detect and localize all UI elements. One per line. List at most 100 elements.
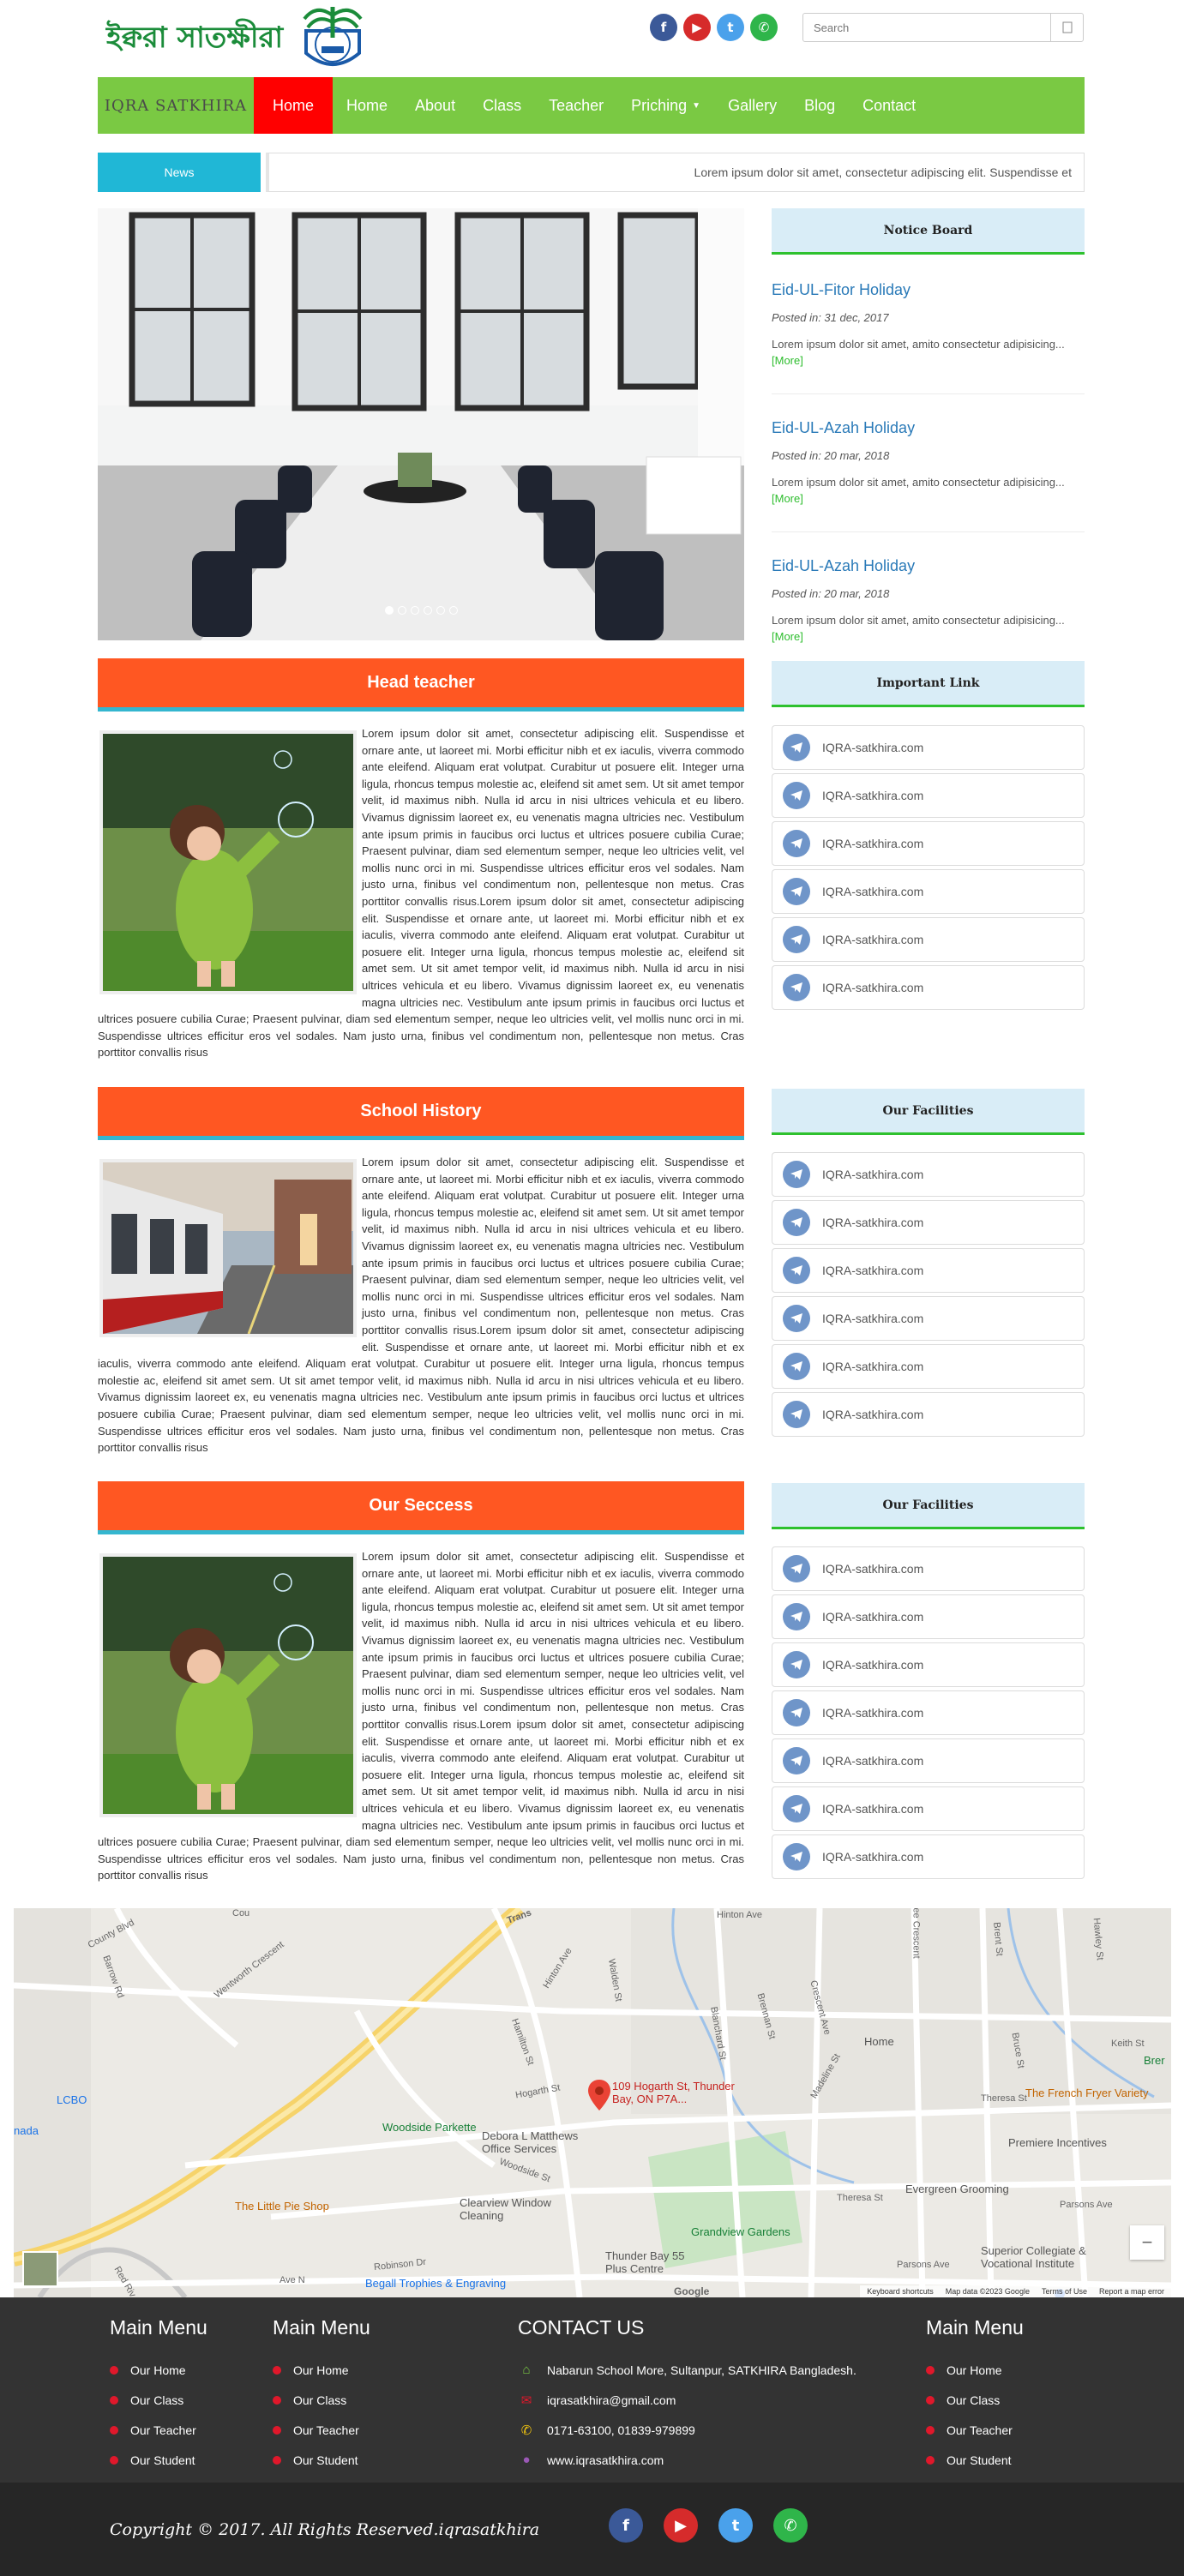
- contact-phone-text: 0171-63100, 01839-979899: [547, 2423, 695, 2437]
- contact-web-text: www.iqrasatkhira.com: [547, 2453, 664, 2467]
- sidebar-link[interactable]: IQRA-satkhira.com: [772, 1690, 1085, 1735]
- telegram-icon: [783, 782, 810, 809]
- nav-item-priching[interactable]: Priching ▼: [617, 77, 714, 134]
- nav-item-home[interactable]: Home: [333, 77, 401, 134]
- zoom-out-button[interactable]: −: [1130, 2225, 1164, 2260]
- sidebar-link[interactable]: IQRA-satkhira.com: [772, 725, 1085, 770]
- search-input[interactable]: [803, 14, 1050, 41]
- footer-link[interactable]: Our Home: [273, 2355, 370, 2385]
- sidebar-link[interactable]: IQRA-satkhira.com: [772, 917, 1085, 962]
- notice-title[interactable]: Eid-UL-Azah Holiday: [772, 419, 1085, 437]
- copyright-text: Copyright © 2017. All Rights Reserved.iq…: [110, 2520, 540, 2539]
- sidebar-link[interactable]: IQRA-satkhira.com: [772, 1344, 1085, 1389]
- sidebar-link[interactable]: IQRA-satkhira.com: [772, 773, 1085, 818]
- sidebar-link[interactable]: IQRA-satkhira.com: [772, 1392, 1085, 1437]
- notice-title[interactable]: Eid-UL-Azah Holiday: [772, 557, 1085, 575]
- sidebar-link[interactable]: IQRA-satkhira.com: [772, 1546, 1085, 1591]
- satellite-toggle[interactable]: [22, 2251, 58, 2287]
- footer-menu-title: Main Menu: [926, 2316, 1024, 2339]
- footer-link[interactable]: Our Home: [110, 2355, 207, 2385]
- contact-web[interactable]: ● www.iqrasatkhira.com: [518, 2445, 856, 2475]
- keyboard-shortcuts-link[interactable]: Keyboard shortcuts: [867, 2287, 934, 2296]
- nav-item-teacher[interactable]: Teacher: [535, 77, 617, 134]
- slider-dot[interactable]: [397, 606, 406, 615]
- footer-link[interactable]: Our Teacher: [273, 2415, 370, 2445]
- telegram-icon: [783, 1401, 810, 1428]
- map-pin-icon[interactable]: [588, 2080, 610, 2111]
- sidebar-link[interactable]: IQRA-satkhira.com: [772, 821, 1085, 866]
- footer-link[interactable]: Our Class: [926, 2385, 1024, 2415]
- sidebar-link[interactable]: IQRA-satkhira.com: [772, 1834, 1085, 1879]
- footer-link[interactable]: Our Student: [273, 2445, 370, 2475]
- footer-link-label: Our Student: [130, 2453, 195, 2467]
- map-pin-label: 109 Hogarth St, Thunder Bay, ON P7A...: [612, 2080, 735, 2105]
- telegram-icon: [783, 878, 810, 905]
- whatsapp-icon[interactable]: ✆: [773, 2508, 808, 2543]
- contact-phone[interactable]: ✆ 0171-63100, 01839-979899: [518, 2415, 856, 2445]
- sidebar-link[interactable]: IQRA-satkhira.com: [772, 1738, 1085, 1783]
- nav-item-contact[interactable]: Contact: [849, 77, 929, 134]
- map-place-label: LCBO: [57, 2093, 87, 2106]
- our-success-section: Lorem ipsum dolor sit amet, consectetur …: [98, 1548, 744, 1884]
- footer-link[interactable]: Our Class: [110, 2385, 207, 2415]
- slider-dot[interactable]: [436, 606, 445, 615]
- footer-link[interactable]: Our Teacher: [926, 2415, 1024, 2445]
- notice-text-body: Lorem ipsum dolor sit amet, amito consec…: [772, 338, 1065, 351]
- slider-dot[interactable]: [384, 606, 394, 615]
- footer-link-label: Our Home: [947, 2363, 1002, 2377]
- nav-item-home-active[interactable]: Home: [254, 77, 334, 134]
- sidebar-link[interactable]: IQRA-satkhira.com: [772, 1200, 1085, 1245]
- sidebar-link[interactable]: IQRA-satkhira.com: [772, 1786, 1085, 1831]
- site-logo[interactable]: ইক্বরা সাতক্ষীরা: [106, 3, 372, 72]
- footer-menu-title: Main Menu: [110, 2316, 207, 2339]
- telegram-icon: [783, 1305, 810, 1332]
- map-place-label: Home: [864, 2035, 894, 2048]
- head-teacher-heading: Head teacher: [98, 658, 744, 712]
- youtube-icon[interactable]: ▶: [683, 14, 711, 41]
- search-button[interactable]: [1050, 14, 1083, 41]
- image-slider[interactable]: [98, 208, 744, 640]
- sidebar-link[interactable]: IQRA-satkhira.com: [772, 869, 1085, 914]
- footer-link[interactable]: Our Class: [273, 2385, 370, 2415]
- map-marker-icon: [926, 2425, 935, 2435]
- google-map[interactable]: County Blvd Cou Wentworth Crescent Barro…: [14, 1908, 1171, 2297]
- contact-email[interactable]: ✉ iqrasatkhira@gmail.com: [518, 2385, 856, 2415]
- sidebar-link[interactable]: IQRA-satkhira.com: [772, 1296, 1085, 1341]
- sidebar-link[interactable]: IQRA-satkhira.com: [772, 1152, 1085, 1197]
- map-marker-icon: [273, 2365, 281, 2375]
- nav-item-gallery[interactable]: Gallery: [714, 77, 790, 134]
- twitter-icon[interactable]: t: [717, 14, 744, 41]
- nav-item-class[interactable]: Class: [469, 77, 535, 134]
- footer-link[interactable]: Our Teacher: [110, 2415, 207, 2445]
- map-place-label: Evergreen Grooming: [905, 2183, 1009, 2195]
- sidebar-link[interactable]: IQRA-satkhira.com: [772, 1642, 1085, 1687]
- telegram-icon: [783, 830, 810, 857]
- footer-link[interactable]: Our Home: [926, 2355, 1024, 2385]
- more-link[interactable]: [More]: [772, 630, 803, 643]
- more-link[interactable]: [More]: [772, 492, 803, 505]
- nav-item-blog[interactable]: Blog: [790, 77, 849, 134]
- news-ticker[interactable]: Lorem ipsum dolor sit amet, consectetur …: [266, 153, 1085, 192]
- twitter-icon[interactable]: t: [718, 2508, 753, 2543]
- sidebar-link[interactable]: IQRA-satkhira.com: [772, 1594, 1085, 1639]
- whatsapp-icon[interactable]: ✆: [750, 14, 778, 41]
- slider-dot[interactable]: [423, 606, 432, 615]
- footer-link[interactable]: Our Student: [110, 2445, 207, 2475]
- facebook-icon[interactable]: f: [609, 2508, 643, 2543]
- terms-link[interactable]: Terms of Use: [1042, 2287, 1087, 2296]
- telegram-icon: [783, 974, 810, 1001]
- contact-email-text: iqrasatkhira@gmail.com: [547, 2393, 676, 2407]
- sidebar-link[interactable]: IQRA-satkhira.com: [772, 965, 1085, 1010]
- report-error-link[interactable]: Report a map error: [1099, 2287, 1164, 2296]
- nav-brand[interactable]: IQRA SATKHIRA: [98, 77, 254, 134]
- map-marker-icon: [110, 2455, 118, 2465]
- slider-dot[interactable]: [410, 606, 419, 615]
- slider-dot[interactable]: [448, 606, 458, 615]
- nav-item-about[interactable]: About: [401, 77, 469, 134]
- more-link[interactable]: [More]: [772, 354, 803, 367]
- notice-title[interactable]: Eid-UL-Fitor Holiday: [772, 281, 1085, 299]
- youtube-icon[interactable]: ▶: [664, 2508, 698, 2543]
- footer-link[interactable]: Our Student: [926, 2445, 1024, 2475]
- facebook-icon[interactable]: f: [650, 14, 677, 41]
- sidebar-link[interactable]: IQRA-satkhira.com: [772, 1248, 1085, 1293]
